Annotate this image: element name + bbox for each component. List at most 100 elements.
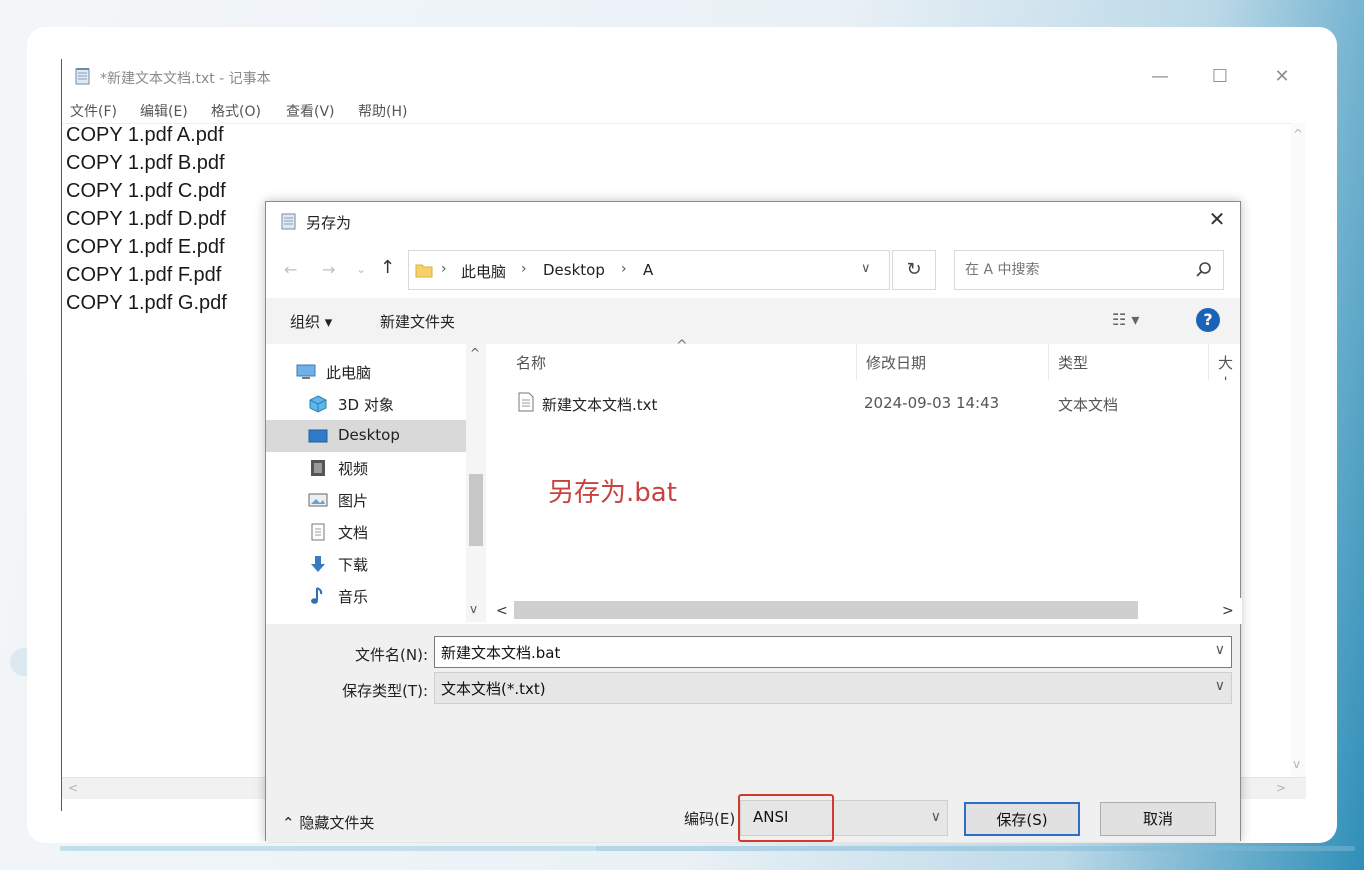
organize-button[interactable]: 组织 ▾ <box>290 311 332 332</box>
nav-item-music[interactable]: 音乐 <box>308 580 466 612</box>
column-divider[interactable] <box>1048 344 1049 380</box>
nav-item-videos[interactable]: 视频 <box>308 452 466 484</box>
encoding-highlight-box <box>738 794 834 842</box>
scroll-up-icon[interactable]: ^ <box>1293 127 1303 141</box>
hide-folders-button[interactable]: ⌃ 隐藏文件夹 <box>282 812 374 833</box>
nav-item-label: 3D 对象 <box>338 396 394 414</box>
background-stripe <box>595 846 1355 851</box>
text-line: COPY 1.pdf C.pdf <box>66 180 226 202</box>
column-divider[interactable] <box>856 344 857 380</box>
picture-icon <box>308 493 328 507</box>
video-icon <box>311 460 325 476</box>
menu-format[interactable]: 格式(O) <box>211 101 261 121</box>
chevron-down-icon[interactable]: ∨ <box>1215 678 1225 694</box>
nav-item-this-pc[interactable]: 此电脑 <box>296 356 466 388</box>
address-bar[interactable]: › 此电脑 › Desktop › A ∨ <box>408 250 890 290</box>
forward-button[interactable]: → <box>322 260 335 279</box>
filetype-value: 文本文档(*.txt) <box>441 680 546 698</box>
minimize-button[interactable]: — <box>1148 65 1172 89</box>
navigation-pane: 此电脑 3D 对象 Desktop 视频 图片 文档 下载 音乐 <box>266 344 486 624</box>
breadcrumb-separator: › <box>441 261 447 277</box>
nav-item-label: 文档 <box>338 524 369 542</box>
nav-item-desktop[interactable]: Desktop <box>266 420 466 452</box>
notepad-vertical-scrollbar[interactable]: ^ v <box>1291 123 1305 777</box>
text-file-icon <box>518 392 534 412</box>
screenshot-card: *新建文本文档.txt - 记事本 — ☐ ✕ 文件(F) 编辑(E) 格式(O… <box>27 27 1337 843</box>
view-options-icon[interactable]: ☷ ▾ <box>1112 310 1139 329</box>
recent-locations-button[interactable]: ⌄ <box>356 262 366 276</box>
menu-edit[interactable]: 编辑(E) <box>140 101 188 121</box>
download-icon <box>311 556 325 572</box>
search-box[interactable] <box>954 250 1224 290</box>
scroll-down-icon[interactable]: v <box>1293 757 1300 771</box>
back-button[interactable]: ← <box>284 260 297 279</box>
computer-icon <box>296 364 316 379</box>
notepad-titlebar[interactable]: *新建文本文档.txt - 记事本 — ☐ ✕ <box>62 59 1305 95</box>
nav-item-documents[interactable]: 文档 <box>308 516 466 548</box>
nav-item-label: 下载 <box>338 556 369 574</box>
nav-item-3d-objects[interactable]: 3D 对象 <box>308 388 466 420</box>
up-button[interactable]: ↑ <box>380 257 395 278</box>
text-line: COPY 1.pdf F.pdf <box>66 264 222 286</box>
file-type: 文本文档 <box>1058 396 1119 414</box>
navigation-scrollbar[interactable]: ^ v <box>466 344 486 622</box>
scroll-up-icon[interactable]: ^ <box>470 346 480 360</box>
menu-view[interactable]: 查看(V) <box>286 101 335 121</box>
scroll-left-icon[interactable]: < <box>496 603 508 619</box>
nav-item-label: 视频 <box>338 460 369 478</box>
dialog-close-button[interactable]: ✕ <box>1204 206 1230 232</box>
file-date: 2024-09-03 14:43 <box>864 394 1000 412</box>
scroll-right-icon[interactable]: > <box>1276 781 1286 795</box>
chevron-down-icon[interactable]: ∨ <box>931 809 941 825</box>
text-line: COPY 1.pdf A.pdf <box>66 124 224 146</box>
nav-item-downloads[interactable]: 下载 <box>308 548 466 580</box>
document-icon <box>311 523 325 541</box>
nav-item-label: 音乐 <box>338 588 369 606</box>
maximize-button[interactable]: ☐ <box>1208 65 1232 89</box>
scroll-right-icon[interactable]: > <box>1222 603 1234 619</box>
cancel-button[interactable]: 取消 <box>1100 802 1216 836</box>
scroll-thumb[interactable] <box>514 601 1138 619</box>
breadcrumb-desktop[interactable]: Desktop <box>543 261 605 279</box>
background-stripe <box>60 846 595 851</box>
column-size-clip: 大小 <box>1218 344 1242 380</box>
filename-input[interactable]: 新建文本文档.bat ∨ <box>434 636 1232 668</box>
notepad-menubar: 文件(F) 编辑(E) 格式(O) 查看(V) 帮助(H) <box>62 99 1305 123</box>
scroll-left-icon[interactable]: < <box>68 781 78 795</box>
filetype-select[interactable]: 文本文档(*.txt) ∨ <box>434 672 1232 704</box>
dialog-title: 另存为 <box>306 214 352 232</box>
new-folder-button[interactable]: 新建文件夹 <box>380 311 455 332</box>
breadcrumb-a[interactable]: A <box>643 261 653 279</box>
menu-help[interactable]: 帮助(H) <box>358 101 407 121</box>
refresh-button[interactable]: ↻ <box>892 250 936 290</box>
desktop-icon <box>308 429 328 443</box>
save-as-dialog: 另存为 ✕ ← → ⌄ ↑ › 此电脑 › Desktop › A ∨ ↻ 在 … <box>265 201 1242 842</box>
save-button[interactable]: 保存(S) <box>964 802 1080 836</box>
close-button[interactable]: ✕ <box>1270 65 1294 89</box>
column-name[interactable]: 名称 <box>516 352 546 373</box>
column-date-modified[interactable]: 修改日期 <box>866 352 926 373</box>
filename-value: 新建文本文档.bat <box>441 644 561 662</box>
menu-file[interactable]: 文件(F) <box>70 101 117 121</box>
filetype-label: 保存类型(T): <box>342 682 428 700</box>
nav-item-label: 图片 <box>338 492 369 510</box>
sort-ascending-icon: ^ <box>676 338 688 354</box>
scroll-thumb[interactable] <box>469 474 483 546</box>
search-input[interactable] <box>965 262 1185 278</box>
nav-item-pictures[interactable]: 图片 <box>308 484 466 516</box>
column-divider[interactable] <box>1208 344 1209 380</box>
search-icon[interactable] <box>1195 261 1213 279</box>
column-type[interactable]: 类型 <box>1058 352 1088 373</box>
nav-item-label: Desktop <box>338 426 400 444</box>
notepad-icon <box>281 213 296 230</box>
breadcrumb-this-pc[interactable]: 此电脑 <box>461 261 506 282</box>
file-list-horizontal-scrollbar[interactable]: < > <box>486 598 1242 624</box>
music-icon <box>311 587 323 604</box>
help-icon[interactable]: ? <box>1196 308 1220 332</box>
column-size[interactable]: 大小 <box>1218 352 1242 380</box>
address-dropdown-icon[interactable]: ∨ <box>861 261 871 276</box>
breadcrumb-separator: › <box>621 261 627 277</box>
chevron-down-icon[interactable]: ∨ <box>1215 642 1225 658</box>
file-list: ^ 名称 修改日期 类型 大小 新建文本文档.txt 2024-09-03 14… <box>486 338 1242 624</box>
scroll-down-icon[interactable]: v <box>470 602 477 616</box>
